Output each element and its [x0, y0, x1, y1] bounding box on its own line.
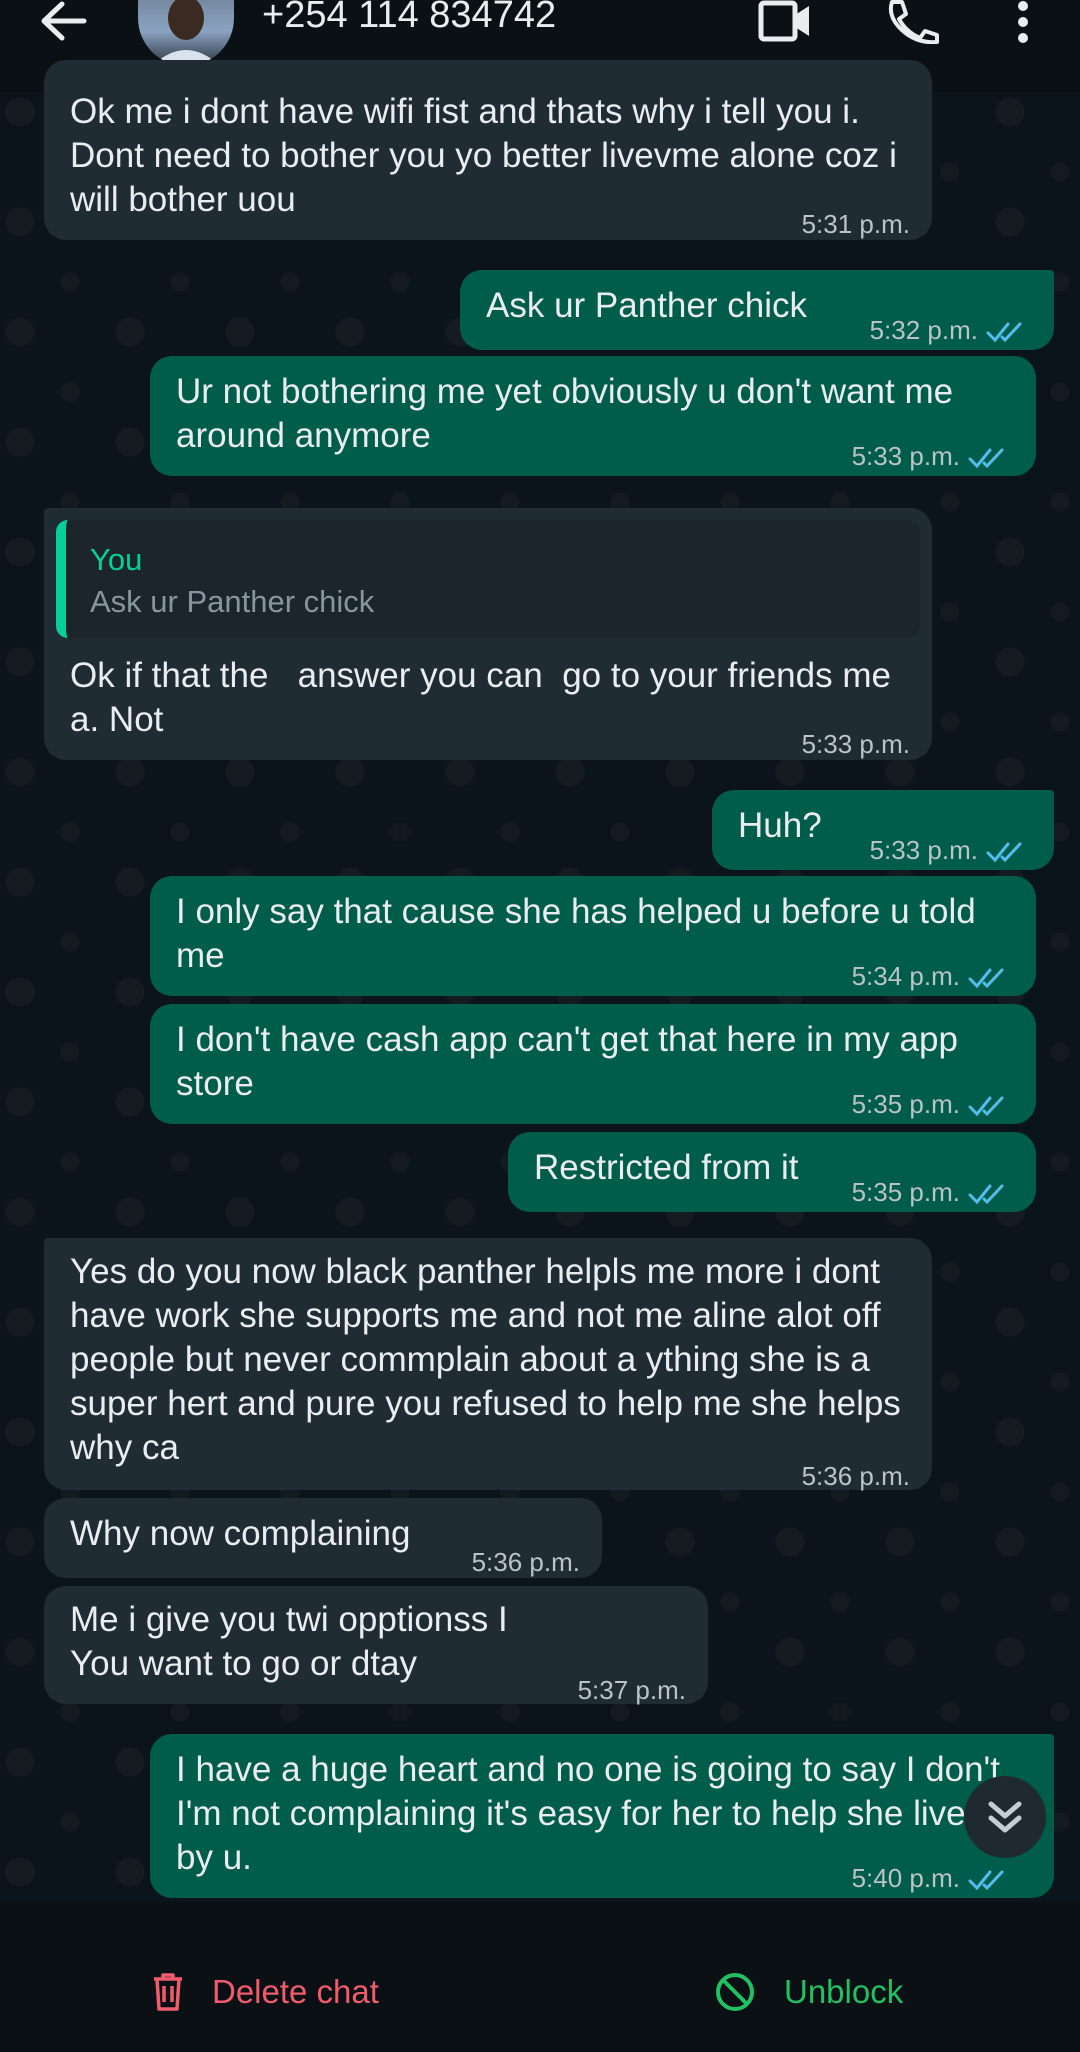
double-check-icon — [968, 448, 1004, 469]
message-time: 5:33 p.m. — [801, 729, 910, 759]
scroll-down-button[interactable] — [964, 1776, 1046, 1858]
message-time: 5:40 p.m. — [852, 1856, 1012, 1900]
message-time-label: 5:35 p.m. — [851, 1177, 960, 1207]
message-text: Restricted from it — [534, 1148, 799, 1187]
more-options-icon[interactable] — [1010, 0, 1036, 44]
message-time: 5:35 p.m. — [852, 1082, 1012, 1126]
message-time-label: 5:33 p.m. — [851, 441, 960, 471]
incoming-message[interactable]: You Ask ur Panther chick Ok if that the … — [44, 508, 932, 760]
outgoing-message[interactable]: I don't have cash app can't get that her… — [150, 1004, 1036, 1124]
unblock-icon — [716, 1973, 754, 2011]
double-check-icon — [968, 1184, 1004, 1205]
outgoing-message[interactable]: Huh? 5:33 p.m. — [712, 790, 1054, 870]
message-time: 5:36 p.m. — [471, 1547, 580, 1577]
message-time-label: 5:40 p.m. — [851, 1863, 960, 1893]
message-time: 5:37 p.m. — [577, 1675, 686, 1705]
contact-title[interactable]: +254 114 834742 — [262, 0, 556, 37]
message-time: 5:35 p.m. — [852, 1170, 1012, 1214]
message-time: 5:34 p.m. — [852, 954, 1012, 998]
message-text: Yes do you now black panther helpls me m… — [70, 1252, 901, 1467]
outgoing-message[interactable]: Ur not bothering me yet obviously u don'… — [150, 356, 1036, 476]
contact-avatar[interactable] — [138, 0, 234, 66]
phone-icon[interactable] — [884, 0, 940, 45]
video-call-icon[interactable] — [758, 0, 812, 42]
message-time-label: 5:35 p.m. — [851, 1089, 960, 1119]
incoming-message[interactable]: Me i give you twi opptionss I You want t… — [44, 1586, 708, 1705]
message-time: 5:36 p.m. — [801, 1461, 910, 1491]
double-chevron-down-icon — [988, 1801, 1022, 1833]
message-time: 5:32 p.m. — [870, 308, 1030, 352]
message-text: Ok me i dont have wifi fist and thats wh… — [70, 92, 897, 219]
message-text: Ok if that the answer you can go to your… — [70, 656, 901, 739]
quoted-reply[interactable]: You Ask ur Panther chick — [56, 520, 920, 638]
message-time-label: 5:34 p.m. — [851, 961, 960, 991]
unblock-label: Unblock — [784, 1973, 904, 2010]
double-check-icon — [986, 842, 1022, 863]
double-check-icon — [968, 1870, 1004, 1891]
quote-text: Ask ur Panther chick — [90, 584, 375, 619]
unblock-button[interactable]: Unblock — [714, 1962, 903, 2022]
message-text: Ask ur Panther chick — [486, 286, 807, 325]
incoming-message[interactable]: Why now complaining 5:36 p.m. — [44, 1498, 602, 1578]
delete-chat-label: Delete chat — [212, 1973, 379, 2010]
message-time-label: 5:32 p.m. — [869, 315, 978, 345]
outgoing-message[interactable]: Restricted from it 5:35 p.m. — [508, 1132, 1036, 1212]
delete-chat-button[interactable]: Delete chat — [152, 1962, 379, 2022]
outgoing-message[interactable]: Ask ur Panther chick 5:32 p.m. — [460, 270, 1054, 350]
outgoing-message[interactable]: I have a huge heart and no one is going … — [150, 1734, 1054, 1898]
message-time: 5:33 p.m. — [852, 434, 1012, 478]
outgoing-message[interactable]: I only say that cause she has helped u b… — [150, 876, 1036, 996]
message-text: Why now complaining — [70, 1514, 411, 1553]
incoming-message[interactable]: Ok me i dont have wifi fist and thats wh… — [44, 60, 932, 240]
double-check-icon — [968, 968, 1004, 989]
message-time: 5:33 p.m. — [870, 828, 1030, 872]
back-arrow-icon[interactable] — [38, 0, 88, 42]
quote-author: You — [90, 542, 143, 577]
double-check-icon — [986, 322, 1022, 343]
message-time-label: 5:33 p.m. — [869, 835, 978, 865]
double-check-icon — [968, 1096, 1004, 1117]
message-time: 5:31 p.m. — [801, 209, 910, 239]
blocked-contact-footer: Delete chat Unblock — [0, 1902, 1080, 2052]
trash-icon — [154, 1973, 182, 2011]
message-text: Huh? — [738, 806, 822, 845]
incoming-message[interactable]: Yes do you now black panther helpls me m… — [44, 1238, 932, 1491]
